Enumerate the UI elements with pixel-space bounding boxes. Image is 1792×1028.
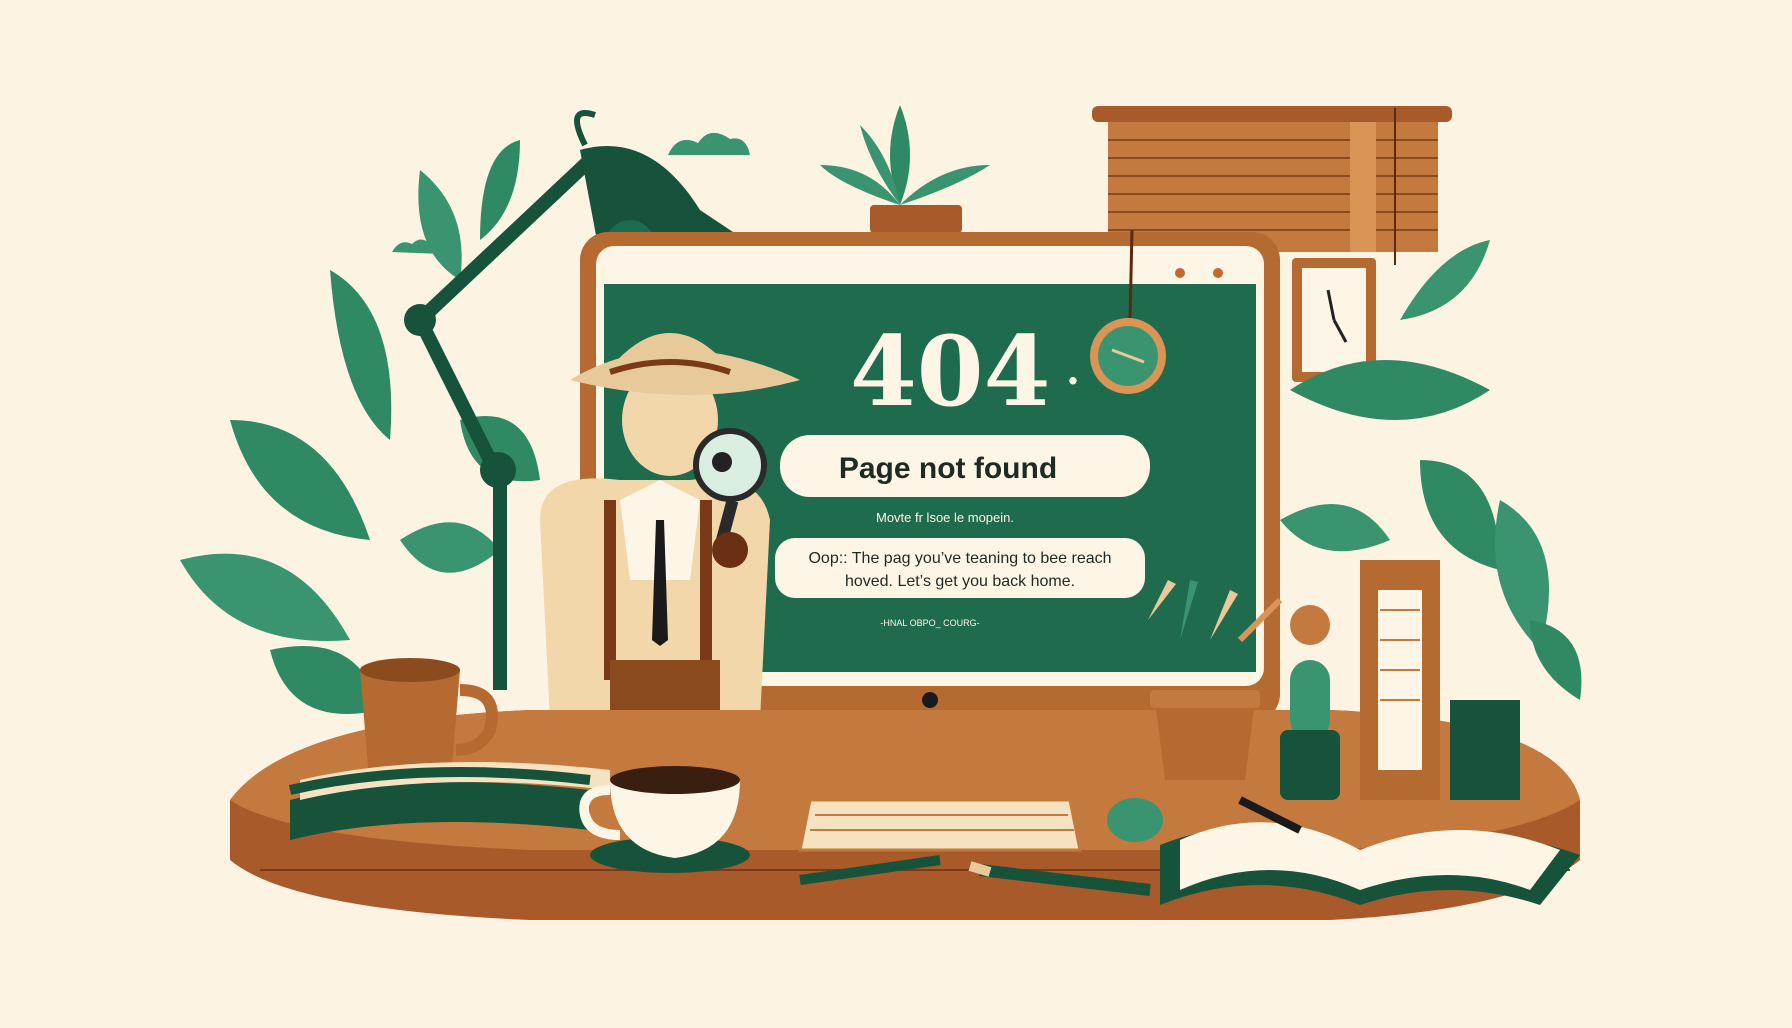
computer-mouse bbox=[1107, 798, 1163, 842]
message-line-1: Oop:: The pag you’ve teaning to bee reac… bbox=[808, 550, 1111, 567]
page-title: Page not found bbox=[839, 452, 1057, 485]
error-code-suffix: · bbox=[1066, 358, 1080, 405]
browser-dot-icon bbox=[1213, 268, 1223, 278]
monitor-camera-icon bbox=[922, 692, 938, 708]
browser-dot-icon bbox=[1175, 268, 1185, 278]
keyboard bbox=[798, 798, 1082, 852]
browser-bar bbox=[604, 262, 1256, 284]
scene-svg: 404 · Page not found Movte fr lsoe le mo… bbox=[0, 0, 1792, 1024]
subtitle-text: Movte fr lsoe le mopein. bbox=[876, 510, 1014, 525]
illustration-stage: 404 · Page not found Movte fr lsoe le mo… bbox=[0, 0, 1792, 1024]
footer-text: -HNAL OBPO_ COURG- bbox=[880, 618, 979, 628]
error-code: 404 bbox=[850, 315, 1050, 428]
message-line-2: hoved. Let’s get you back home. bbox=[845, 573, 1075, 590]
